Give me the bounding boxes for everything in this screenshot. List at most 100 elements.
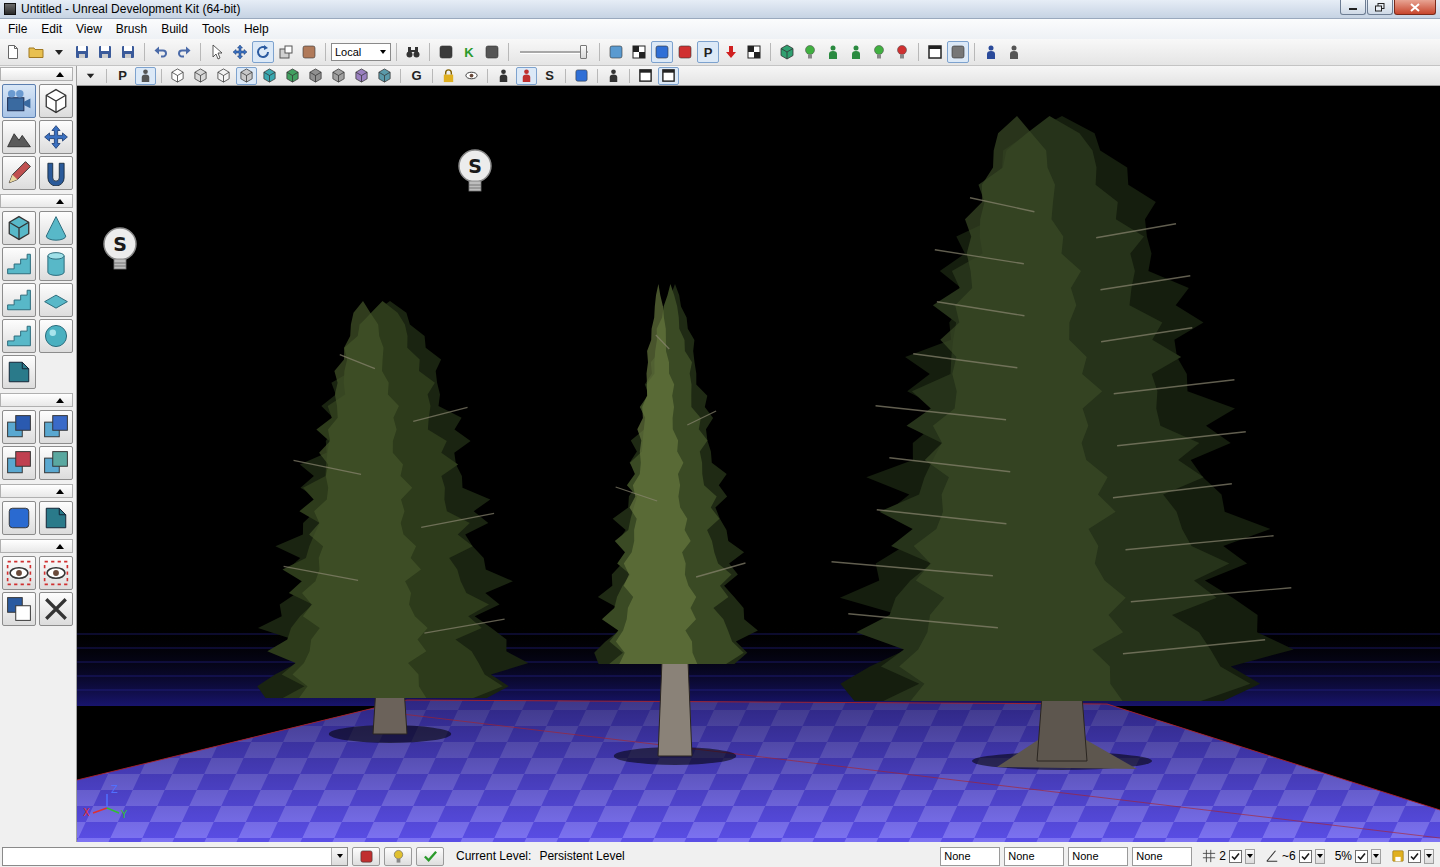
tool-button[interactable] [2, 355, 36, 389]
menu-item[interactable]: Help [237, 20, 276, 38]
toolbar-button[interactable] [845, 41, 867, 63]
tool-button[interactable] [2, 319, 36, 353]
tool-button[interactable] [39, 319, 73, 353]
viewport-toolbar-button[interactable] [493, 67, 514, 85]
level-combo[interactable] [2, 847, 348, 866]
viewport-toolbar-button[interactable]: G [406, 67, 427, 85]
toolbar-button[interactable] [173, 41, 195, 63]
toolbar-button[interactable] [822, 41, 844, 63]
dropdown-button[interactable] [331, 848, 347, 865]
tool-button[interactable] [39, 410, 73, 444]
tool-button[interactable] [2, 446, 36, 480]
tool-button[interactable] [39, 446, 73, 480]
tool-button[interactable] [2, 410, 36, 444]
toolbar-button[interactable] [628, 41, 650, 63]
toolbar-button[interactable] [402, 41, 424, 63]
restore-button[interactable] [1367, 0, 1393, 15]
toolbar-button[interactable] [206, 41, 228, 63]
section-header[interactable] [0, 194, 73, 208]
minimize-button[interactable] [1340, 0, 1366, 15]
tool-button[interactable] [2, 556, 36, 590]
viewport-toolbar-button[interactable] [135, 67, 156, 85]
section-header[interactable] [0, 393, 73, 407]
toolbar-button[interactable] [924, 41, 946, 63]
viewport-toolbar-button[interactable] [236, 67, 257, 85]
dropdown-button[interactable] [1245, 849, 1255, 864]
toolbar-button[interactable] [48, 41, 70, 63]
menu-item[interactable]: Tools [195, 20, 237, 38]
close-button[interactable] [1394, 0, 1436, 15]
menu-item[interactable]: Edit [34, 20, 69, 38]
tool-button[interactable] [2, 247, 36, 281]
toolbar-button[interactable] [150, 41, 172, 63]
viewport-toolbar-button[interactable] [80, 67, 101, 85]
menu-item[interactable]: File [1, 20, 34, 38]
toolbar-button[interactable] [776, 41, 798, 63]
status-tool-button[interactable] [416, 847, 444, 866]
toolbar-button[interactable] [868, 41, 890, 63]
toolbar-button[interactable] [229, 41, 251, 63]
tool-button[interactable] [2, 84, 36, 118]
menu-item[interactable]: Brush [109, 20, 154, 38]
toolbar-button[interactable] [674, 41, 696, 63]
toolbar-button[interactable] [947, 41, 969, 63]
viewport-toolbar-button[interactable] [328, 67, 349, 85]
tool-button[interactable] [2, 156, 36, 190]
section-header[interactable] [0, 484, 73, 498]
tool-button[interactable] [39, 120, 73, 154]
toolbar-button[interactable] [605, 41, 627, 63]
viewport-toolbar-button[interactable] [351, 67, 372, 85]
viewport-toolbar-button[interactable] [305, 67, 326, 85]
viewport-toolbar-button[interactable] [658, 67, 679, 85]
toolbar-button[interactable] [117, 41, 139, 63]
toolbar-button[interactable] [25, 41, 47, 63]
slider-thumb[interactable] [580, 45, 587, 59]
menu-item[interactable]: View [69, 20, 109, 38]
viewport-toolbar-button[interactable] [167, 67, 188, 85]
viewport-toolbar-button[interactable]: P [112, 67, 133, 85]
snap-checkbox[interactable] [1229, 850, 1242, 863]
toolbar-button[interactable] [743, 41, 765, 63]
light-actor[interactable]: S [104, 228, 136, 269]
dropdown-button[interactable] [1315, 849, 1325, 864]
snap-checkbox[interactable] [1299, 850, 1312, 863]
toolbar-button[interactable]: P [697, 41, 719, 63]
dropdown-button[interactable] [1371, 849, 1381, 864]
toolbar-button[interactable] [980, 41, 1002, 63]
viewport-toolbar-button[interactable] [374, 67, 395, 85]
toolbar-button[interactable] [1003, 41, 1025, 63]
toolbar-button[interactable] [891, 41, 913, 63]
snap-checkbox[interactable] [1408, 850, 1421, 863]
tool-button[interactable] [39, 211, 73, 245]
light-actor[interactable]: S [459, 150, 491, 191]
toolbar-slider[interactable] [520, 42, 588, 62]
viewport-toolbar-button[interactable] [461, 67, 482, 85]
toolbar-button[interactable] [298, 41, 320, 63]
tree[interactable] [257, 301, 528, 743]
toolbar-button[interactable] [275, 41, 297, 63]
viewport-toolbar-button[interactable] [438, 67, 459, 85]
toolbar-button[interactable] [2, 41, 24, 63]
tool-button[interactable] [39, 84, 73, 118]
tool-button[interactable] [2, 283, 36, 317]
viewport-toolbar-button[interactable] [259, 67, 280, 85]
coordinate-system-select[interactable]: Local [331, 43, 391, 61]
snap-checkbox[interactable] [1355, 850, 1368, 863]
toolbar-button[interactable] [481, 41, 503, 63]
tool-button[interactable] [2, 120, 36, 154]
viewport-toolbar-button[interactable] [190, 67, 211, 85]
section-header[interactable] [0, 539, 73, 553]
toolbar-button[interactable] [71, 41, 93, 63]
toolbar-button[interactable] [435, 41, 457, 63]
tool-button[interactable] [2, 501, 36, 535]
toolbar-button[interactable] [720, 41, 742, 63]
viewport-toolbar-button[interactable] [571, 67, 592, 85]
viewport-toolbar-button[interactable]: S [539, 67, 560, 85]
tool-button[interactable] [39, 283, 73, 317]
toolbar-button[interactable] [799, 41, 821, 63]
dropdown-button[interactable] [1424, 849, 1434, 864]
viewport-toolbar-button[interactable] [603, 67, 624, 85]
tool-button[interactable] [39, 501, 73, 535]
toolbar-button[interactable] [94, 41, 116, 63]
tool-button[interactable] [39, 556, 73, 590]
